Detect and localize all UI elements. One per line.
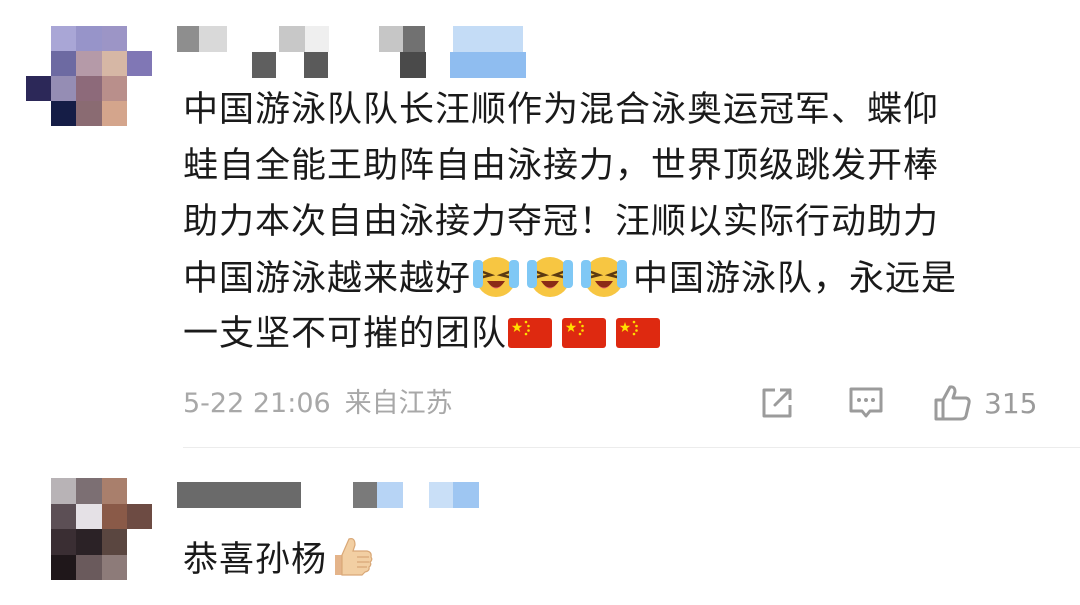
comment-line: 助力本次自由泳接力夺冠！汪顺以实际行动助力 [183,202,940,242]
like-count: 315 [984,386,1038,420]
like-button[interactable]: 315 [932,382,1037,424]
comment-meta: 5-22 21:06 来自江苏 [183,386,453,422]
comment-text-segment: 恭喜孙杨 [183,540,328,580]
comment-text: 中国游泳队队长汪顺作为混合泳奥运冠军、蝶仰 蛙自全能王助阵自由泳接力，世界顶级跳… [183,82,957,362]
comment-location: 来自江苏 [344,388,453,419]
comment-text-segment: 一支坚不可摧的团队 [183,314,508,354]
laughing-crying-emoji [473,257,520,297]
comment-line: 一支坚不可摧的团队 [183,306,957,362]
comment-item: 中国游泳队队长汪顺作为混合泳奥运冠军、蝶仰 蛙自全能王助阵自由泳接力，世界顶级跳… [0,0,1080,448]
china-flag-emoji [616,318,661,348]
china-flag-emoji [562,318,607,348]
thumbs-up-emoji [335,538,373,576]
share-icon [762,388,792,418]
comment-text: 恭喜孙杨 [183,532,375,588]
comment-line: 蛙自全能王助阵自由泳接力，世界顶级跳发开棒 [183,146,940,186]
comment-icon [849,387,883,418]
reply-button[interactable] [846,382,886,424]
avatar[interactable] [26,478,152,580]
comment-line: 中国游泳队队长汪顺作为混合泳奥运冠军、蝶仰 [183,90,940,130]
comment-line: 中国游泳越来越好 中国游泳队，永远是 [183,250,957,306]
thumbs-up-icon [934,385,971,421]
comment-date: 5-22 21:06 [183,388,331,419]
comment-text-segment: 中国游泳队，永远是 [633,259,958,299]
comment-text-segment: 中国游泳越来越好 [183,259,472,299]
laughing-crying-emoji [527,257,574,297]
comment-line: 恭喜孙杨 [183,532,375,588]
username[interactable] [177,26,523,52]
comment-item: 恭喜孙杨 [0,448,1080,605]
china-flag-emoji [508,318,553,348]
laughing-crying-emoji [581,257,628,297]
username-fragment [252,52,526,78]
share-button[interactable] [758,382,796,424]
username[interactable] [177,482,479,508]
avatar[interactable] [26,26,152,126]
